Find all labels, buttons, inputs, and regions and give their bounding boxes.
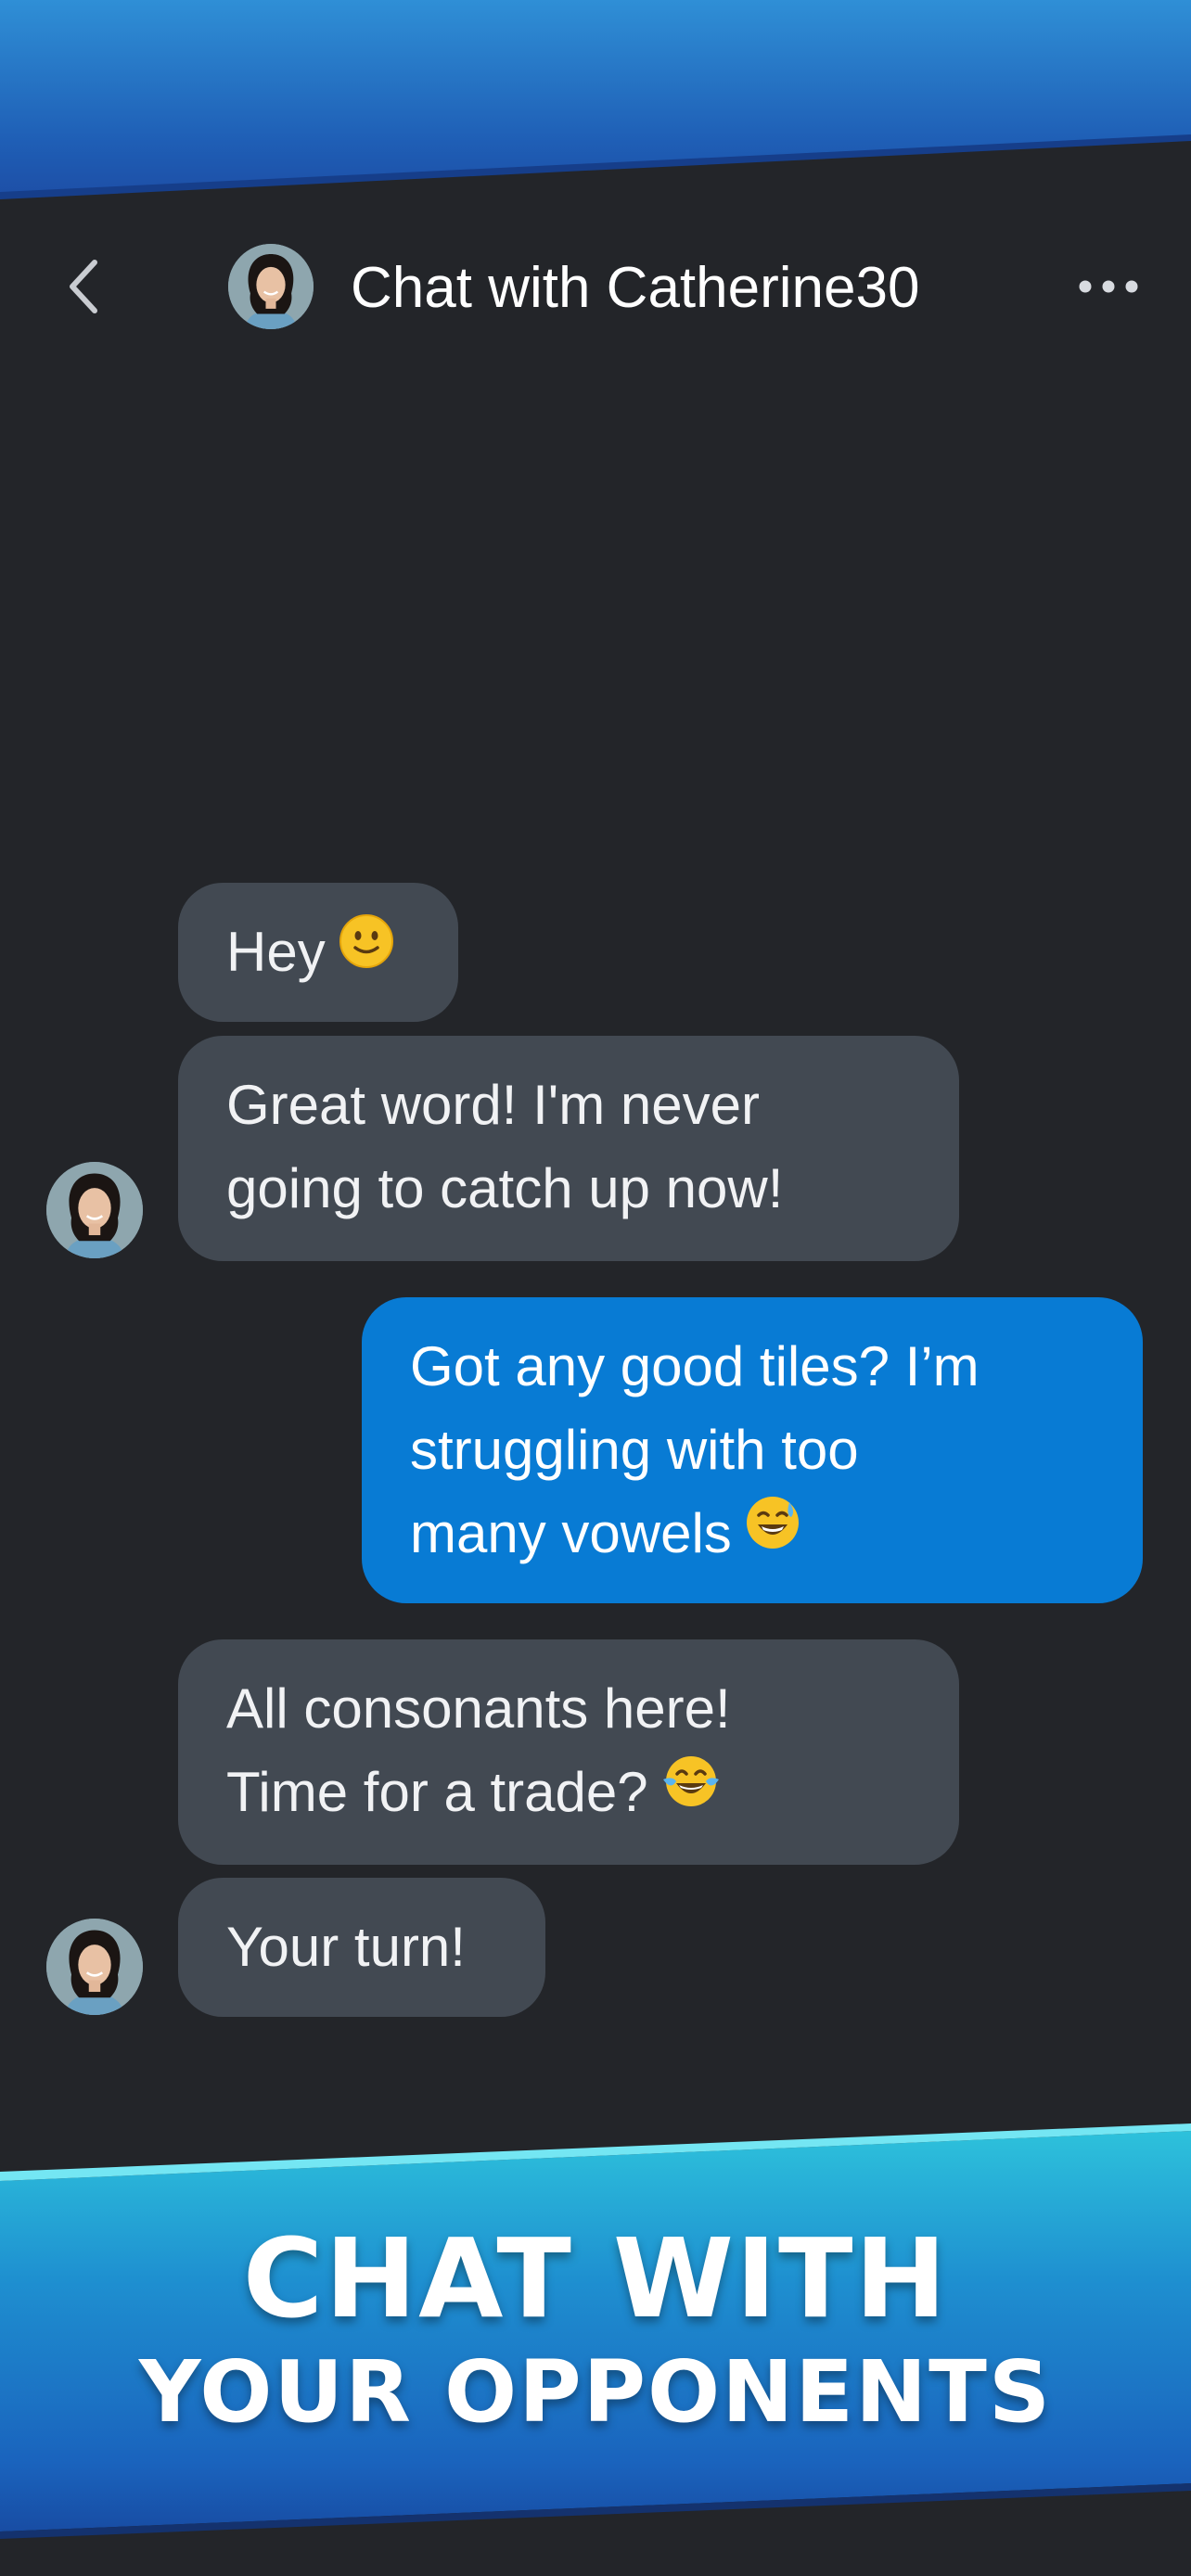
message-bubble-outgoing[interactable]: Got any good tiles? I’m struggling with …: [362, 1297, 1143, 1603]
sender-avatar[interactable]: [46, 1919, 143, 2015]
message-text-line: Your turn!: [226, 1916, 466, 1978]
message-text-line: Time for a trade?: [226, 1751, 911, 1838]
message-bubble-incoming[interactable]: Hey: [178, 883, 458, 1022]
header-avatar[interactable]: [228, 244, 314, 329]
message-bubble-incoming[interactable]: All consonants here! Time for a trade?: [178, 1639, 959, 1865]
back-button[interactable]: [54, 257, 113, 316]
face-with-tears-of-joy-icon: [661, 1749, 721, 1832]
message-text-line: Great word! I'm never: [226, 1074, 760, 1136]
message-text-line: All consonants here!: [226, 1677, 731, 1740]
message-text-line: going to catch up now!: [226, 1157, 784, 1219]
message-text-line: struggling with too: [410, 1419, 859, 1481]
grinning-face-with-sweat-icon: [745, 1490, 800, 1574]
message-text-line: Got any good tiles? I’m: [410, 1335, 980, 1397]
message-text-line: many vowels: [410, 1492, 1095, 1579]
message-bubble-incoming[interactable]: Great word! I'm never going to catch up …: [178, 1036, 959, 1261]
slightly-smiling-face-icon: [339, 909, 394, 992]
chat-title: Chat with Catherine30: [351, 256, 920, 320]
more-horizontal-icon: [1079, 280, 1138, 293]
chevron-left-icon: [70, 260, 97, 313]
message-bubble-incoming[interactable]: Your turn!: [178, 1878, 545, 2017]
message-text-line: Hey: [226, 911, 410, 998]
chat-header: Chat with Catherine30: [0, 236, 1191, 338]
more-options-button[interactable]: [1067, 257, 1150, 316]
sender-avatar[interactable]: [46, 1162, 143, 1258]
promo-headline-line-1: CHAT WITH: [242, 2214, 949, 2342]
promo-headline-line-2: YOUR OPPONENTS: [138, 2342, 1053, 2442]
